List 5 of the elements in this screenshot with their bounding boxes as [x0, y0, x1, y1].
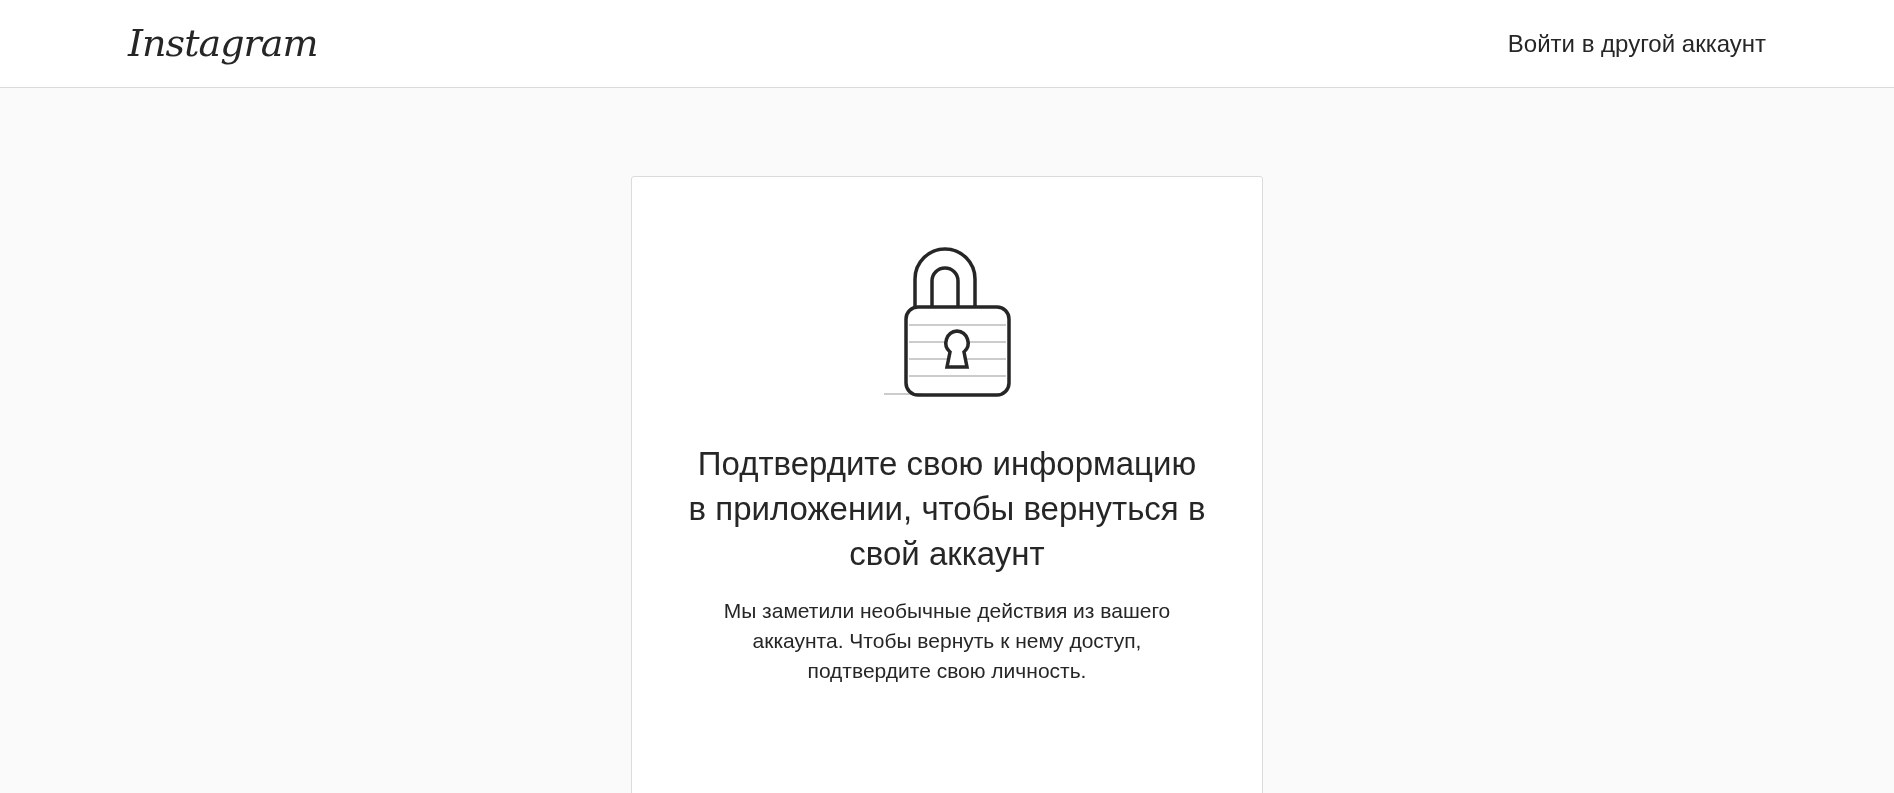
- card-title: Подтвердите свою информацию в приложении, чтобы вернуться в свой аккаунт: [687, 444, 1207, 574]
- card-description: Мы заметили необычные действия из вашего аккаунта. Чтобы вернуть к нему доступ, подтвердите свою личность.: [722, 598, 1172, 684]
- logo[interactable]: Instagram: [128, 15, 318, 72]
- switch-account-link[interactable]: Войти в другой аккаунт: [1507, 25, 1766, 62]
- padlock-icon: [882, 247, 1012, 397]
